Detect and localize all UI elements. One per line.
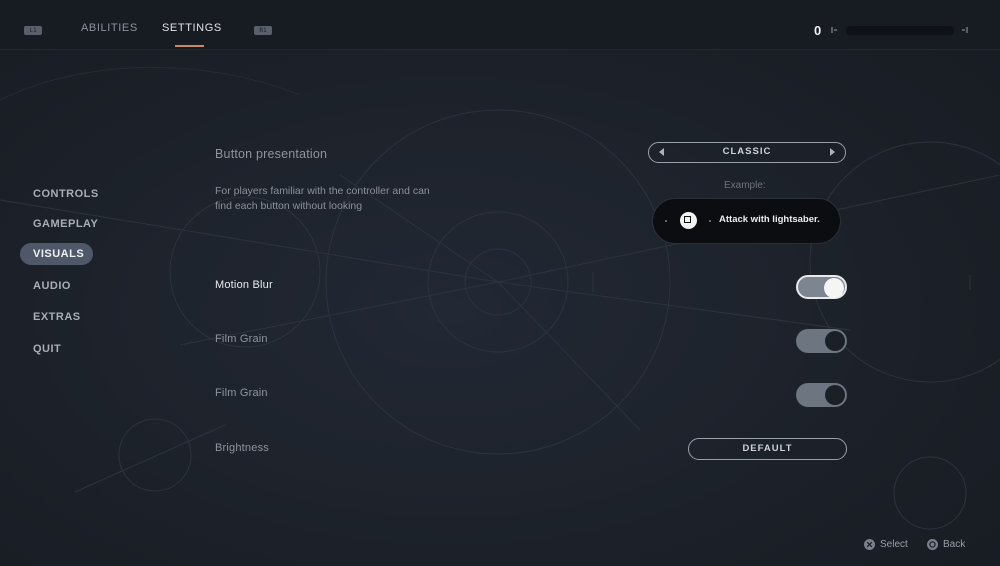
toggle-knob bbox=[825, 385, 845, 405]
motion-blur-toggle[interactable] bbox=[796, 275, 847, 299]
toggle-knob bbox=[824, 278, 844, 298]
motion-blur-label: Motion Blur bbox=[215, 279, 273, 291]
sidebar-item-gameplay[interactable]: GAMEPLAY bbox=[33, 218, 98, 230]
active-tab-indicator bbox=[175, 45, 204, 47]
example-label: Example: bbox=[724, 180, 766, 191]
skill-points-count: 0 bbox=[814, 23, 822, 38]
xp-bar-left-tick-icon bbox=[831, 27, 837, 33]
cross-button-icon bbox=[864, 539, 875, 550]
film-grain-label: Film Grain bbox=[215, 333, 268, 345]
tab-abilities[interactable]: ABILITIES bbox=[81, 22, 138, 34]
background-art bbox=[0, 66, 1000, 530]
button-presentation-selector[interactable]: CLASSIC bbox=[648, 142, 846, 163]
sidebar-item-visuals[interactable]: VISUALS bbox=[20, 243, 93, 265]
l1-bumper-icon: L1 bbox=[24, 26, 42, 35]
settings-screen: L1 ABILITIES SETTINGS R1 0 CONTROLS GAME… bbox=[0, 0, 1000, 566]
xp-bar-right-tick-icon bbox=[962, 27, 968, 33]
select-hint[interactable]: Select bbox=[880, 539, 908, 550]
film-grain-2-label: Film Grain bbox=[215, 387, 268, 399]
brightness-default-button[interactable]: DEFAULT bbox=[688, 438, 847, 460]
square-button-icon bbox=[680, 212, 697, 229]
button-presentation-label: Button presentation bbox=[215, 147, 328, 161]
button-presentation-value: CLASSIC bbox=[722, 146, 772, 157]
example-dot-mid bbox=[709, 220, 711, 222]
sidebar-item-quit[interactable]: QUIT bbox=[33, 343, 61, 355]
top-bar: L1 ABILITIES SETTINGS R1 0 bbox=[0, 0, 1000, 50]
circle-button-icon bbox=[927, 539, 938, 550]
sidebar-item-audio[interactable]: AUDIO bbox=[33, 280, 71, 292]
brightness-label: Brightness bbox=[215, 442, 269, 454]
r1-bumper-icon: R1 bbox=[254, 26, 272, 35]
film-grain-2-toggle[interactable] bbox=[796, 383, 847, 407]
sidebar-item-controls[interactable]: CONTROLS bbox=[33, 188, 99, 200]
toggle-knob bbox=[825, 331, 845, 351]
back-hint[interactable]: Back bbox=[943, 539, 965, 550]
sidebar-item-extras[interactable]: EXTRAS bbox=[33, 311, 81, 323]
example-dot-left bbox=[665, 220, 667, 222]
tab-settings[interactable]: SETTINGS bbox=[162, 22, 222, 34]
arrow-right-icon[interactable] bbox=[830, 148, 835, 156]
xp-progress-bar bbox=[846, 26, 954, 35]
button-presentation-description: For players familiar with the controller… bbox=[215, 185, 430, 212]
example-action-text: Attack with lightsaber. bbox=[719, 214, 820, 225]
film-grain-toggle[interactable] bbox=[796, 329, 847, 353]
